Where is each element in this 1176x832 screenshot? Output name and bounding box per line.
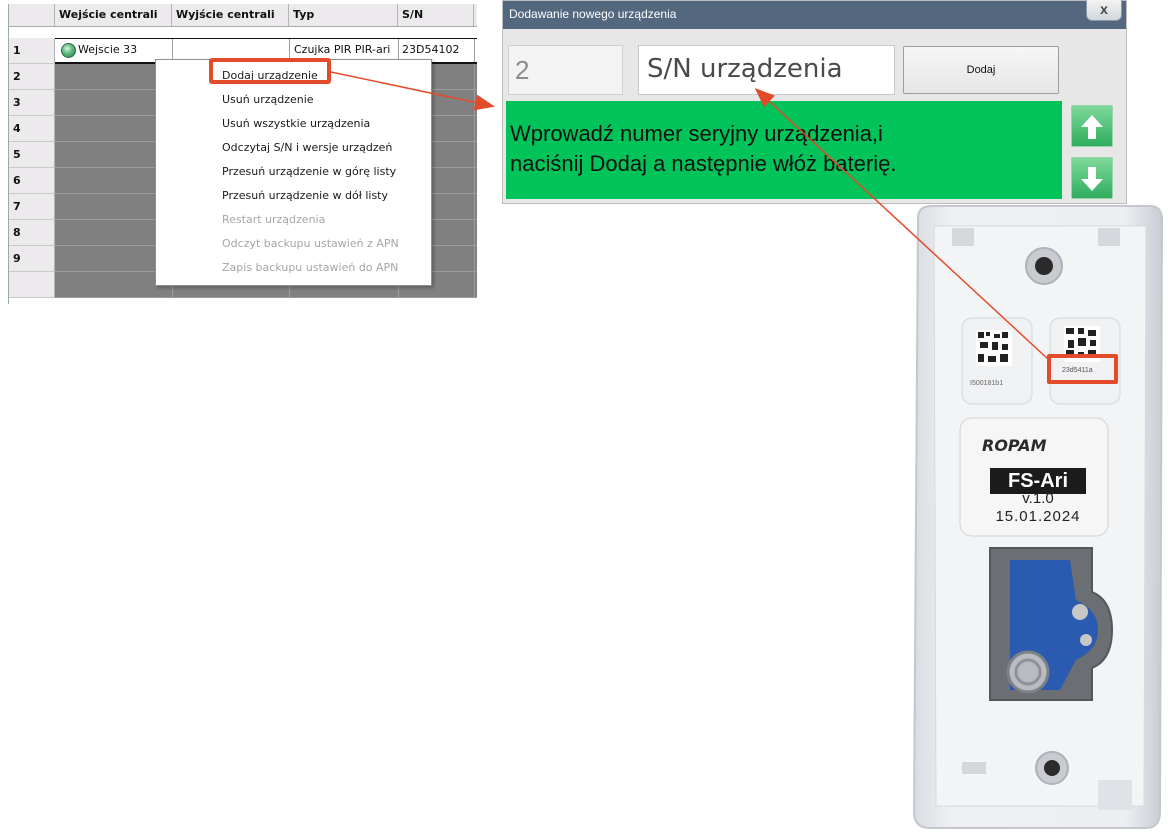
- spring-contact: [1006, 650, 1050, 694]
- device-version: v.1.0: [1022, 490, 1054, 507]
- device-date: 15.01.2024: [995, 508, 1081, 525]
- brand-logo: ROPAM: [982, 436, 1047, 455]
- highlight-box-serial: [1047, 354, 1118, 384]
- device-photo: [912, 205, 1164, 829]
- device-serial-label-2: I500181b1: [970, 380, 1004, 387]
- datamatrix-left-icon: [976, 330, 1012, 366]
